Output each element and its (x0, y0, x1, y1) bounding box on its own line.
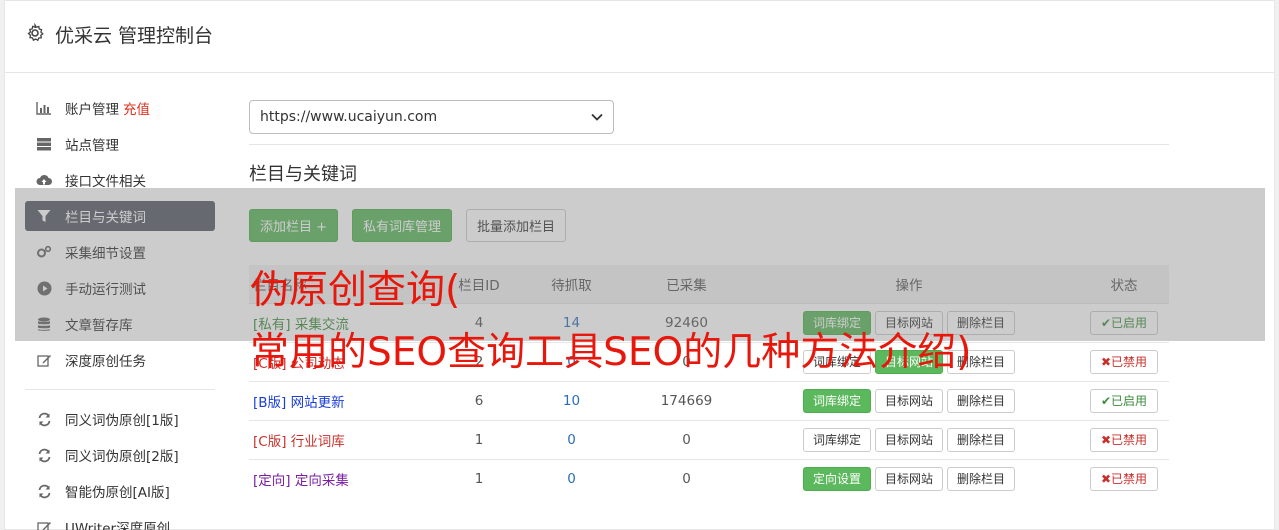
cloud-upload-icon (35, 171, 53, 189)
edit-icon (35, 518, 53, 530)
status-cell: ✖已禁用 (1079, 341, 1169, 381)
edit-icon (35, 351, 53, 369)
gray-overlay-band (15, 188, 1265, 341)
watermark-title-line1: 伪原创查询( (250, 268, 461, 313)
sidebar-item-synonym-v1[interactable]: 同义词伪原创[1版] (25, 404, 215, 434)
column-link[interactable]: [B版] 网站更新 (253, 395, 345, 411)
header: 优采云 管理控制台 (5, 1, 1274, 73)
table-row: [定向] 定向采集 1 0 0 定向设置 目标网站 删除栏目 ✖已禁用 (249, 458, 1169, 498)
pending-count: 10 (509, 380, 634, 420)
target-site-button[interactable]: 目标网站 (874, 427, 943, 452)
actions-cell: 词库绑定 目标网站 删除栏目 (739, 419, 1079, 459)
sidebar-divider (25, 389, 215, 390)
sidebar-item-uwriter[interactable]: UWriter深度原创 (25, 512, 215, 530)
status-cell: ✖已禁用 (1079, 419, 1169, 459)
collected-count: 174669 (634, 380, 739, 420)
column-id: 1 (449, 458, 509, 498)
refresh-icon (35, 410, 53, 428)
column-id: 6 (449, 380, 509, 420)
refresh-icon (35, 446, 53, 464)
sidebar-item-label: 站点管理 (65, 138, 119, 154)
target-site-button[interactable]: 目标网站 (874, 466, 943, 491)
status-cell: ✔已启用 (1079, 380, 1169, 420)
pending-count: 0 (509, 458, 634, 498)
sidebar-item-label: 智能伪原创[AI版] (65, 485, 170, 501)
bar-chart-icon (35, 99, 53, 117)
status-toggle[interactable]: ✖已禁用 (1089, 427, 1159, 452)
collected-count: 0 (634, 419, 739, 459)
sidebar-item-label: 同义词伪原创[2版] (65, 449, 179, 465)
delete-column-button[interactable]: 删除栏目 (947, 427, 1016, 452)
recharge-link[interactable]: 充值 (123, 98, 150, 118)
site-select[interactable]: https://www.ucaiyun.com (249, 100, 614, 134)
gear-icon (27, 23, 44, 42)
column-name-cell: [B版] 网站更新 (249, 380, 449, 420)
app-title: 优采云 管理控制台 (55, 25, 214, 47)
bind-lib-button[interactable]: 词库绑定 (802, 427, 871, 452)
actions-cell: 词库绑定 目标网站 删除栏目 (739, 380, 1079, 420)
sidebar-item-deep-original[interactable]: 深度原创任务 (25, 345, 215, 375)
delete-column-button[interactable]: 删除栏目 (947, 388, 1016, 413)
column-link[interactable]: [C版] 行业词库 (253, 434, 345, 450)
table-row: [C版] 行业词库 1 0 0 词库绑定 目标网站 删除栏目 ✖已禁用 (249, 419, 1169, 459)
status-cell: ✖已禁用 (1079, 458, 1169, 498)
bind-lib-button[interactable]: 词库绑定 (802, 388, 871, 413)
target-site-button[interactable]: 目标网站 (874, 388, 943, 413)
column-link[interactable]: [定向] 定向采集 (253, 473, 349, 489)
status-toggle[interactable]: ✖已禁用 (1089, 349, 1159, 374)
sidebar-item-label: 深度原创任务 (65, 354, 146, 370)
sidebar-item-synonym-v2[interactable]: 同义词伪原创[2版] (25, 440, 215, 470)
sidebar-item-account[interactable]: 账户管理 充值 (25, 93, 215, 123)
watermark-title-line2: 常用的SEO查询工具SEO的几种方法介绍) (250, 330, 972, 375)
column-name-cell: [定向] 定向采集 (249, 458, 449, 498)
sidebar-item-label: 同义词伪原创[1版] (65, 413, 179, 429)
status-toggle[interactable]: ✖已禁用 (1089, 466, 1159, 491)
collected-count: 0 (634, 458, 739, 498)
sidebar-item-label: 账户管理 (65, 102, 119, 118)
divider (249, 144, 1169, 145)
column-id: 1 (449, 419, 509, 459)
directed-settings-button[interactable]: 定向设置 (802, 466, 871, 491)
pending-count: 0 (509, 419, 634, 459)
refresh-icon (35, 482, 53, 500)
table-row: [B版] 网站更新 6 10 174669 词库绑定 目标网站 删除栏目 ✔已启用 (249, 380, 1169, 420)
sidebar-item-ai-rewrite[interactable]: 智能伪原创[AI版] (25, 476, 215, 506)
column-name-cell: [C版] 行业词库 (249, 419, 449, 459)
actions-cell: 定向设置 目标网站 删除栏目 (739, 458, 1079, 498)
status-toggle[interactable]: ✔已启用 (1089, 388, 1159, 413)
server-icon (35, 135, 53, 153)
chevron-down-icon (591, 109, 603, 125)
delete-column-button[interactable]: 删除栏目 (947, 466, 1016, 491)
page-title: 栏目与关键词 (249, 164, 357, 185)
sidebar-item-label: 接口文件相关 (65, 174, 146, 190)
sidebar-item-label: UWriter深度原创 (65, 521, 171, 530)
site-select-value: https://www.ucaiyun.com (260, 109, 438, 125)
sidebar-item-sites[interactable]: 站点管理 (25, 129, 215, 159)
